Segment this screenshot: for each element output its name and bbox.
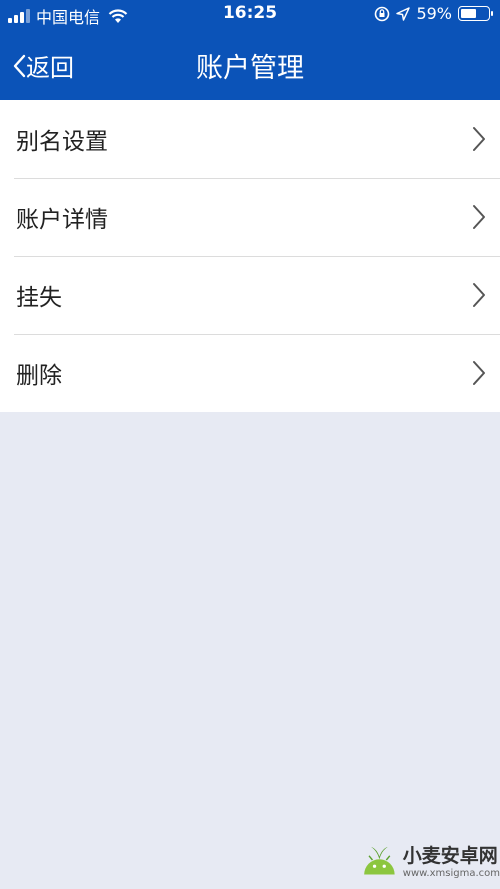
menu-item-delete[interactable]: 删除 [0, 334, 500, 412]
menu-item-report-loss[interactable]: 挂失 [0, 256, 500, 334]
chevron-right-icon [473, 127, 485, 151]
site-watermark: 小麦安卓网 www.xmsigma.com [360, 831, 500, 889]
watermark-url: www.xmsigma.com [402, 868, 500, 879]
android-logo-icon [364, 846, 395, 875]
chevron-right-icon [473, 283, 485, 307]
rotation-lock-icon [375, 6, 390, 21]
battery-icon [458, 6, 493, 21]
chevron-right-icon [473, 205, 485, 229]
page-title: 账户管理 [196, 53, 304, 84]
battery-percent: 59% [416, 4, 452, 23]
account-menu: 别名设置 账户详情 挂失 删除 [0, 100, 500, 412]
top-bar: 中国电信 16:25 59% 返回 账户管理 [0, 0, 500, 100]
menu-item-label: 别名设置 [16, 129, 108, 155]
watermark-text: 小麦安卓网 www.xmsigma.com [403, 841, 500, 879]
status-bar: 中国电信 16:25 59% [0, 0, 500, 30]
nav-bar: 返回 账户管理 [0, 30, 500, 100]
menu-item-label: 删除 [16, 363, 62, 389]
location-arrow-icon [396, 6, 411, 21]
battery-fill [461, 9, 476, 18]
menu-item-label: 账户详情 [16, 207, 108, 233]
menu-item-alias-settings[interactable]: 别名设置 [0, 100, 500, 178]
menu-item-label: 挂失 [16, 285, 62, 311]
status-right: 59% [374, 4, 493, 23]
watermark-name: 小麦安卓网 [402, 845, 498, 867]
menu-item-account-details[interactable]: 账户详情 [0, 178, 500, 256]
chevron-right-icon [473, 361, 485, 385]
